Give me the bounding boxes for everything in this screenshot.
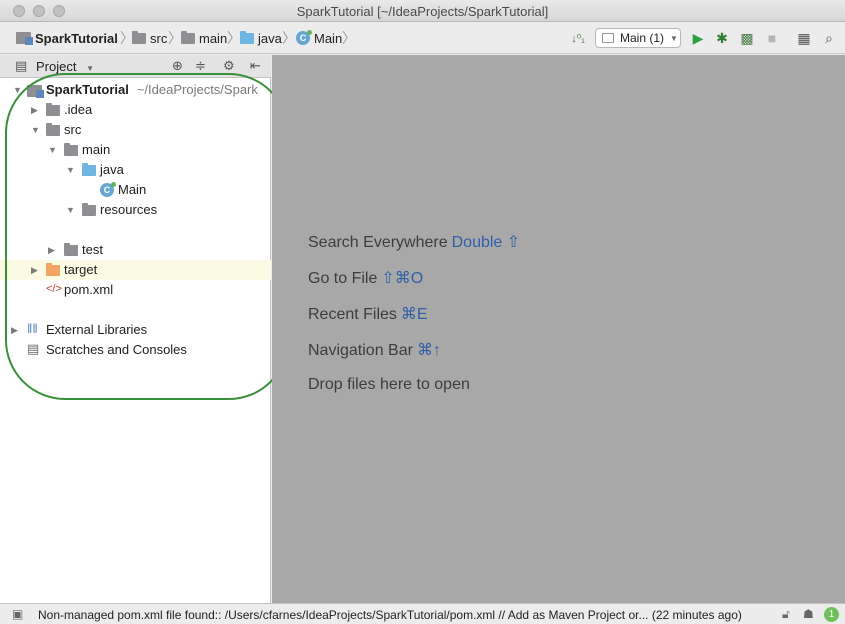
hide-panel-icon[interactable]: ⇤ [250,58,261,74]
hint-search-everywhere: Search Everywhere Double ⇧ [308,234,521,251]
expanded-arrow-icon[interactable]: ▼ [48,145,57,155]
breadcrumb-project[interactable]: SparkTutorial [16,30,118,46]
run-config-icon [602,33,614,43]
excluded-folder-icon [46,263,60,276]
sort-icon[interactable]: ↓⁰₁ [569,29,587,47]
event-log-badge[interactable]: 1 [824,607,839,622]
debug-icon[interactable]: ✱ [713,29,731,47]
java-class-icon: C [100,182,116,197]
status-bar: ▣ Non-managed pom.xml file found:: /User… [0,603,845,624]
project-icon [16,32,33,45]
expanded-arrow-icon[interactable]: ▼ [66,165,75,175]
tool-windows-icon[interactable]: ▣ [12,607,23,621]
tree-item-main-class[interactable]: C Main [0,180,271,200]
java-class-icon: C [296,30,312,45]
folder-icon [181,30,195,44]
editor-area: Search Everywhere Double ⇧ Go to File ⇧⌘O … [272,55,845,603]
locate-icon[interactable]: ⊕ [172,58,183,74]
tree-item-test[interactable]: ▶ test [0,240,271,260]
inspector-icon[interactable]: ☗ [803,607,814,621]
folder-icon [64,143,78,156]
status-message[interactable]: Non-managed pom.xml file found:: /Users/… [38,608,742,622]
navigation-bar: SparkTutorial 〉 src 〉 main 〉 java 〉 C Ma… [0,23,845,54]
source-folder-icon [240,30,254,44]
project-icon [27,85,44,98]
project-view-icon: ▤ [15,58,28,73]
project-view-selector[interactable]: Project ▼ [36,59,94,74]
project-structure-icon[interactable]: ▦ [795,29,813,47]
collapse-all-icon[interactable]: ≑ [195,58,206,74]
tree-item-idea[interactable]: ▶ .idea [0,100,271,120]
tree-item-resources[interactable]: ▼ resources [0,200,271,220]
source-folder-icon [82,163,96,176]
folder-icon [46,123,60,136]
expanded-arrow-icon[interactable]: ▼ [13,85,22,95]
scratches-icon: ▤ [27,341,40,356]
tree-item-target[interactable]: ▶ target [0,260,271,280]
hint-recent-files: Recent Files ⌘E [308,306,428,323]
resources-folder-icon [82,203,96,216]
stop-icon[interactable]: ■ [763,29,781,47]
expanded-arrow-icon[interactable]: ▼ [66,205,75,215]
gear-icon[interactable]: ⚙ [223,58,235,74]
breadcrumb-separator: 〉 [342,30,356,46]
tree-item-java[interactable]: ▼ java [0,160,271,180]
tree-item-src[interactable]: ▼ src [0,120,271,140]
hint-drop-files: Drop files here to open [308,376,470,393]
tree-item-external-libraries[interactable]: ▶ ‖‖ External Libraries [0,320,271,340]
tree-item-sparktutorial[interactable]: ▼ SparkTutorial ~/IdeaProjects/Spark [0,80,271,100]
library-icon: ‖‖ [27,321,38,336]
collapsed-arrow-icon[interactable]: ▶ [48,245,55,256]
collapsed-arrow-icon[interactable]: ▶ [31,265,38,276]
breadcrumb-separator: 〉 [168,30,182,46]
chevron-down-icon: ▼ [86,64,95,73]
hint-go-to-file: Go to File ⇧⌘O [308,270,424,287]
maven-file-icon: </> [46,283,62,295]
title-bar: SparkTutorial [~/IdeaProjects/SparkTutor… [0,0,845,22]
expanded-arrow-icon[interactable]: ▼ [31,125,40,135]
project-panel-header: ▤ Project ▼ ⊕ ≑ ⚙ ⇤ [0,55,271,78]
lock-icon[interactable]: 🔓︎ [782,607,790,622]
search-icon[interactable]: ⌕ [820,29,838,47]
tree-item-main[interactable]: ▼ main [0,140,271,160]
folder-icon [64,243,78,256]
breadcrumb-java[interactable]: java [240,30,282,46]
breadcrumb-main[interactable]: main [181,30,227,46]
folder-icon [132,30,146,44]
ide-window: SparkTutorial [~/IdeaProjects/SparkTutor… [0,0,845,624]
collapsed-arrow-icon[interactable]: ▶ [31,105,38,116]
breadcrumb-main-class[interactable]: C Main [296,30,342,46]
collapsed-arrow-icon[interactable]: ▶ [11,325,18,336]
breadcrumb-src[interactable]: src [132,30,167,46]
tree-item-scratches[interactable]: ▤ Scratches and Consoles [0,340,271,360]
project-tool-window: ▤ Project ▼ ⊕ ≑ ⚙ ⇤ ▼ SparkTutorial ~/Ide… [0,55,271,603]
run-icon[interactable]: ▶ [689,29,707,47]
hint-navigation-bar: Navigation Bar ⌘↑ [308,342,441,359]
tree-item-pom-xml[interactable]: </> pom.xml [0,280,271,300]
folder-icon [46,103,60,116]
window-title: SparkTutorial [~/IdeaProjects/SparkTutor… [296,4,549,19]
breadcrumb-separator: 〉 [282,30,296,46]
breadcrumb-separator: 〉 [227,30,241,46]
coverage-icon[interactable]: ▩ [738,29,756,47]
chevron-down-icon: ▼ [670,33,678,43]
run-configuration-select[interactable]: Main (1) ▼ [595,28,681,48]
